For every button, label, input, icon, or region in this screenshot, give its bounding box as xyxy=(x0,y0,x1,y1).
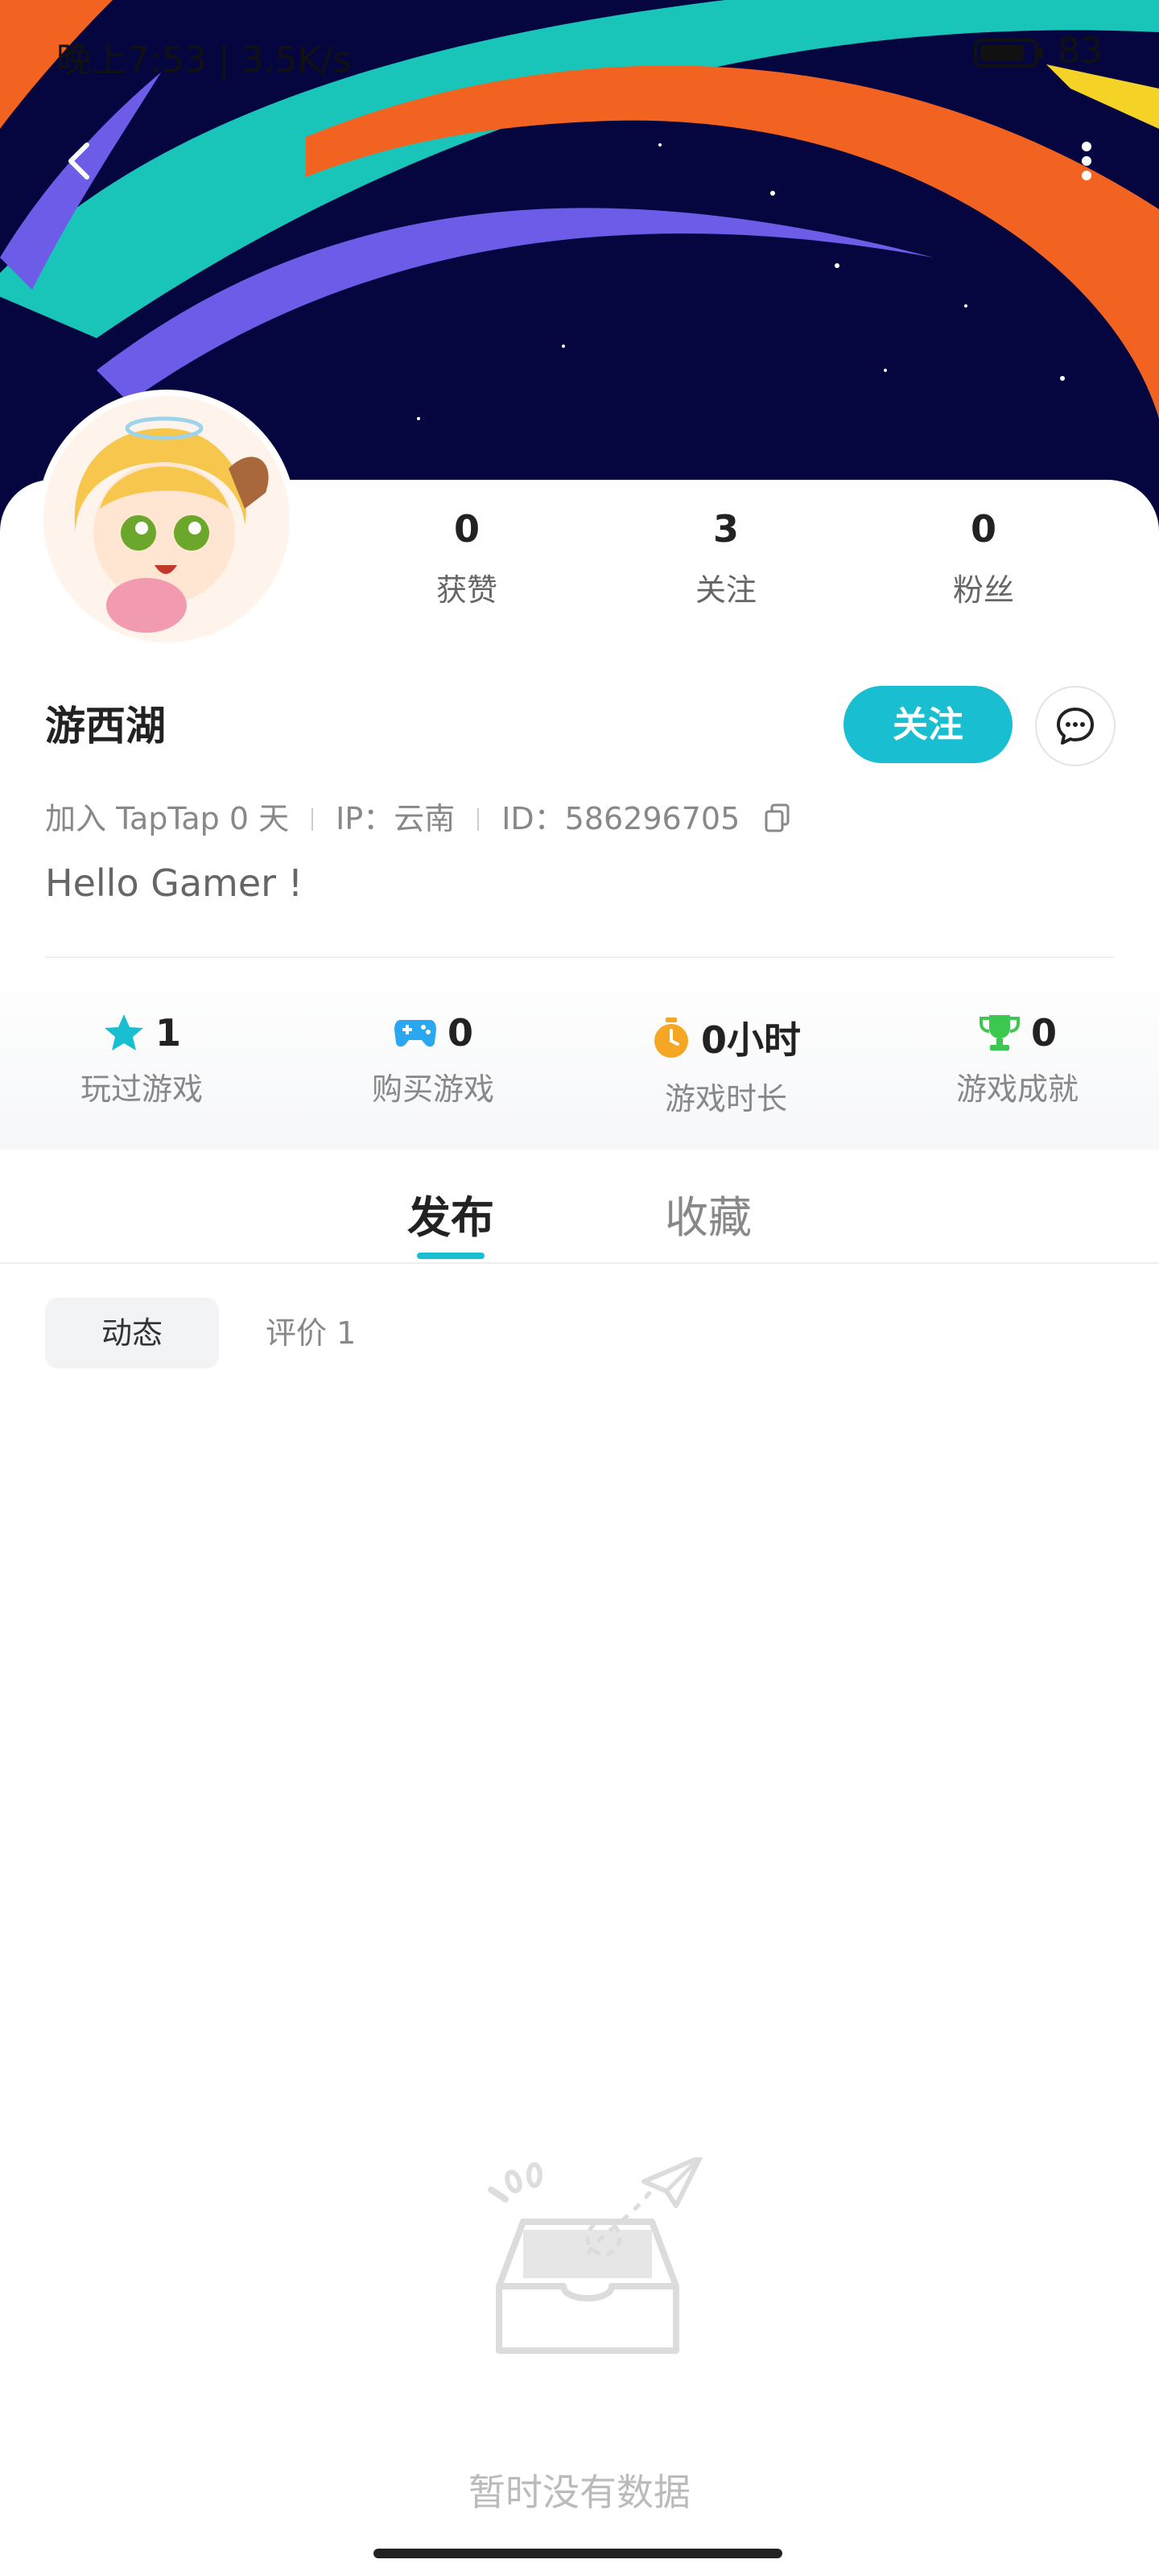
chat-bubble-icon xyxy=(1057,708,1094,745)
purchased-games-label: 购买游戏 xyxy=(371,1071,494,1107)
ip-location: IP：云南 xyxy=(336,801,456,836)
gamepad-icon xyxy=(394,1020,436,1047)
achievements-value: 0 xyxy=(1030,1011,1057,1055)
playtime-value: 0小时 xyxy=(700,1018,801,1062)
empty-state-text: 暂时没有数据 xyxy=(468,2471,691,2514)
profile-meta: 加入 TapTap 0 天 IP：云南 ID：586296705 xyxy=(45,794,791,841)
active-tab-indicator xyxy=(417,1253,485,1259)
stat-likes-value: 0 xyxy=(453,507,480,551)
playtime-stat[interactable]: 0小时 游戏时长 xyxy=(597,1011,855,1118)
stat-fans-value: 0 xyxy=(970,507,996,551)
chevron-left-icon xyxy=(68,142,89,180)
battery-icon xyxy=(974,39,1043,68)
star-icon xyxy=(104,1014,143,1051)
tab-publish[interactable]: 发布 xyxy=(407,1182,494,1245)
subtab-reviews[interactable]: 评价 1 xyxy=(266,1298,356,1368)
stat-likes-label: 获赞 xyxy=(435,572,497,608)
content-tabs: 发布 收藏 xyxy=(0,1150,1159,1264)
message-button[interactable] xyxy=(1035,686,1116,766)
achievements-stat[interactable]: 0 游戏成就 xyxy=(889,1011,1146,1108)
more-button[interactable] xyxy=(1054,129,1119,193)
stat-likes[interactable]: 0 获赞 xyxy=(386,507,547,609)
stat-fans-label: 粉丝 xyxy=(952,572,1014,608)
bio: Hello Gamer ! xyxy=(45,861,303,905)
purchased-games-value: 0 xyxy=(447,1011,473,1055)
username: 游西湖 xyxy=(45,703,166,749)
status-battery: 83 xyxy=(974,31,1103,72)
back-button[interactable] xyxy=(48,129,113,193)
achievements-label: 游戏成就 xyxy=(955,1071,1079,1107)
divider xyxy=(45,956,1114,958)
stat-following-label: 关注 xyxy=(695,572,757,608)
game-stats: 1 玩过游戏 0 购买游戏 0小时 游戏时长 0 游戏成就 xyxy=(0,963,1159,1150)
trophy-icon xyxy=(979,1015,1020,1051)
stopwatch-icon xyxy=(654,1018,688,1058)
tab-favorites[interactable]: 收藏 xyxy=(665,1182,752,1245)
played-games-label: 玩过游戏 xyxy=(80,1071,203,1107)
avatar[interactable] xyxy=(43,396,290,642)
playtime-label: 游戏时长 xyxy=(664,1081,787,1117)
follow-button[interactable]: 关注 xyxy=(843,686,1013,763)
purchased-games-stat[interactable]: 0 购买游戏 xyxy=(304,1011,562,1108)
copy-icon[interactable] xyxy=(764,803,791,841)
subtab-moments[interactable]: 动态 xyxy=(45,1298,219,1368)
meta-divider xyxy=(477,808,480,831)
stat-following[interactable]: 3 关注 xyxy=(645,507,806,609)
played-games-value: 1 xyxy=(155,1011,181,1055)
played-games-stat[interactable]: 1 玩过游戏 xyxy=(13,1011,270,1108)
status-bar: 晚上7:53 | 3.5K/s 83 xyxy=(0,0,1159,105)
anime-character-avatar xyxy=(43,396,290,642)
home-indicator[interactable] xyxy=(373,2549,782,2558)
user-id: ID：586296705 xyxy=(501,801,740,836)
more-vertical-icon xyxy=(1082,142,1091,180)
status-time-speed: 晚上7:53 | 3.5K/s xyxy=(56,39,352,80)
empty-inbox-icon xyxy=(467,2155,708,2370)
stat-following-value: 3 xyxy=(712,507,739,551)
meta-divider xyxy=(311,808,314,831)
stat-fans[interactable]: 0 粉丝 xyxy=(903,507,1064,609)
joined-days: 加入 TapTap 0 天 xyxy=(45,801,290,836)
